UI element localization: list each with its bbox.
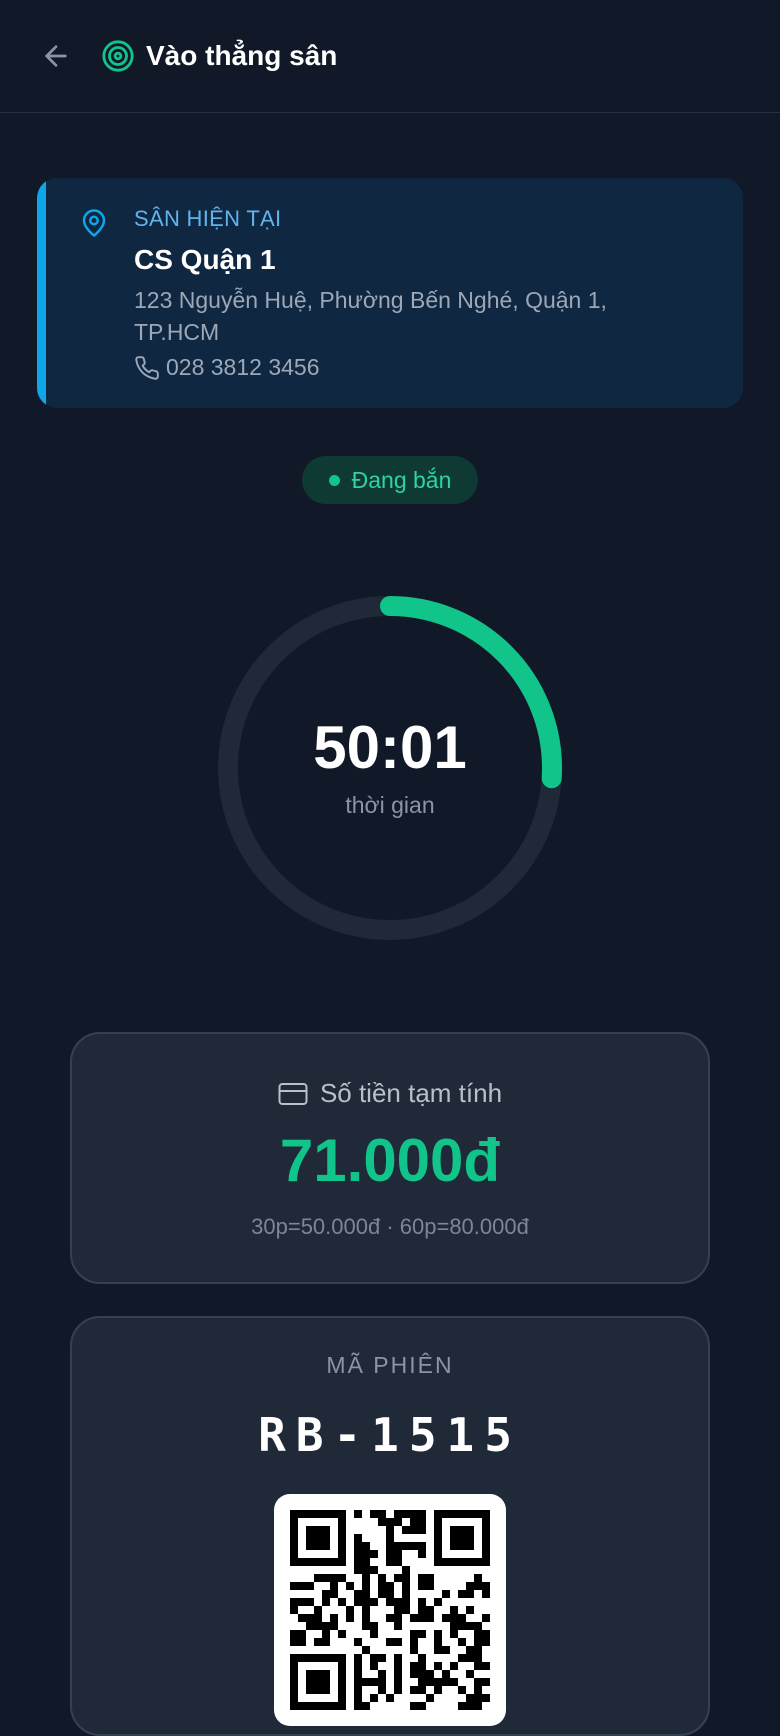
timer-value: 50:01 — [313, 714, 467, 781]
price-label: Số tiền tạm tính — [319, 1078, 503, 1108]
session-timer: 50:01 thời gian — [218, 596, 562, 940]
price-header: Số tiền tạm tính — [72, 1078, 708, 1109]
map-pin-icon — [82, 209, 106, 237]
court-label: SÂN HIỆN TẠI — [134, 206, 282, 231]
back-button[interactable] — [38, 38, 74, 74]
court-name: CS Quận 1 — [134, 244, 276, 275]
session-code: RB-1515 — [258, 1408, 522, 1462]
status-badge: Đang bắn — [302, 456, 478, 504]
price-rates: 30p=50.000đ · 60p=80.000đ — [251, 1214, 529, 1239]
current-court-card: SÂN HIỆN TẠI CS Quận 1 123 Nguyễn Huệ, P… — [37, 178, 743, 408]
target-icon — [102, 40, 134, 72]
qr-code-icon — [290, 1510, 490, 1710]
app-header: Vào thẳng sân — [0, 0, 780, 113]
credit-card-icon — [278, 1082, 308, 1105]
session-label: MÃ PHIÊN — [326, 1352, 454, 1378]
card-accent-bar — [37, 178, 46, 408]
qr-code — [274, 1494, 506, 1726]
status-dot-icon — [328, 474, 340, 486]
arrow-left-icon — [45, 45, 67, 67]
session-code-card: MÃ PHIÊN RB-1515 — [70, 1316, 710, 1736]
status-text: Đang bắn — [351, 466, 452, 493]
court-phone[interactable]: 028 3812 3456 — [166, 354, 320, 381]
estimated-price-card: Số tiền tạm tính 71.000đ 30p=50.000đ · 6… — [70, 1032, 710, 1284]
timer-label: thời gian — [345, 792, 435, 818]
page-title: Vào thẳng sân — [146, 40, 338, 71]
phone-icon — [135, 356, 159, 380]
court-address: 123 Nguyễn Huệ, Phường Bến Nghé, Quận 1,… — [134, 287, 607, 345]
price-value: 71.000đ — [279, 1127, 501, 1194]
